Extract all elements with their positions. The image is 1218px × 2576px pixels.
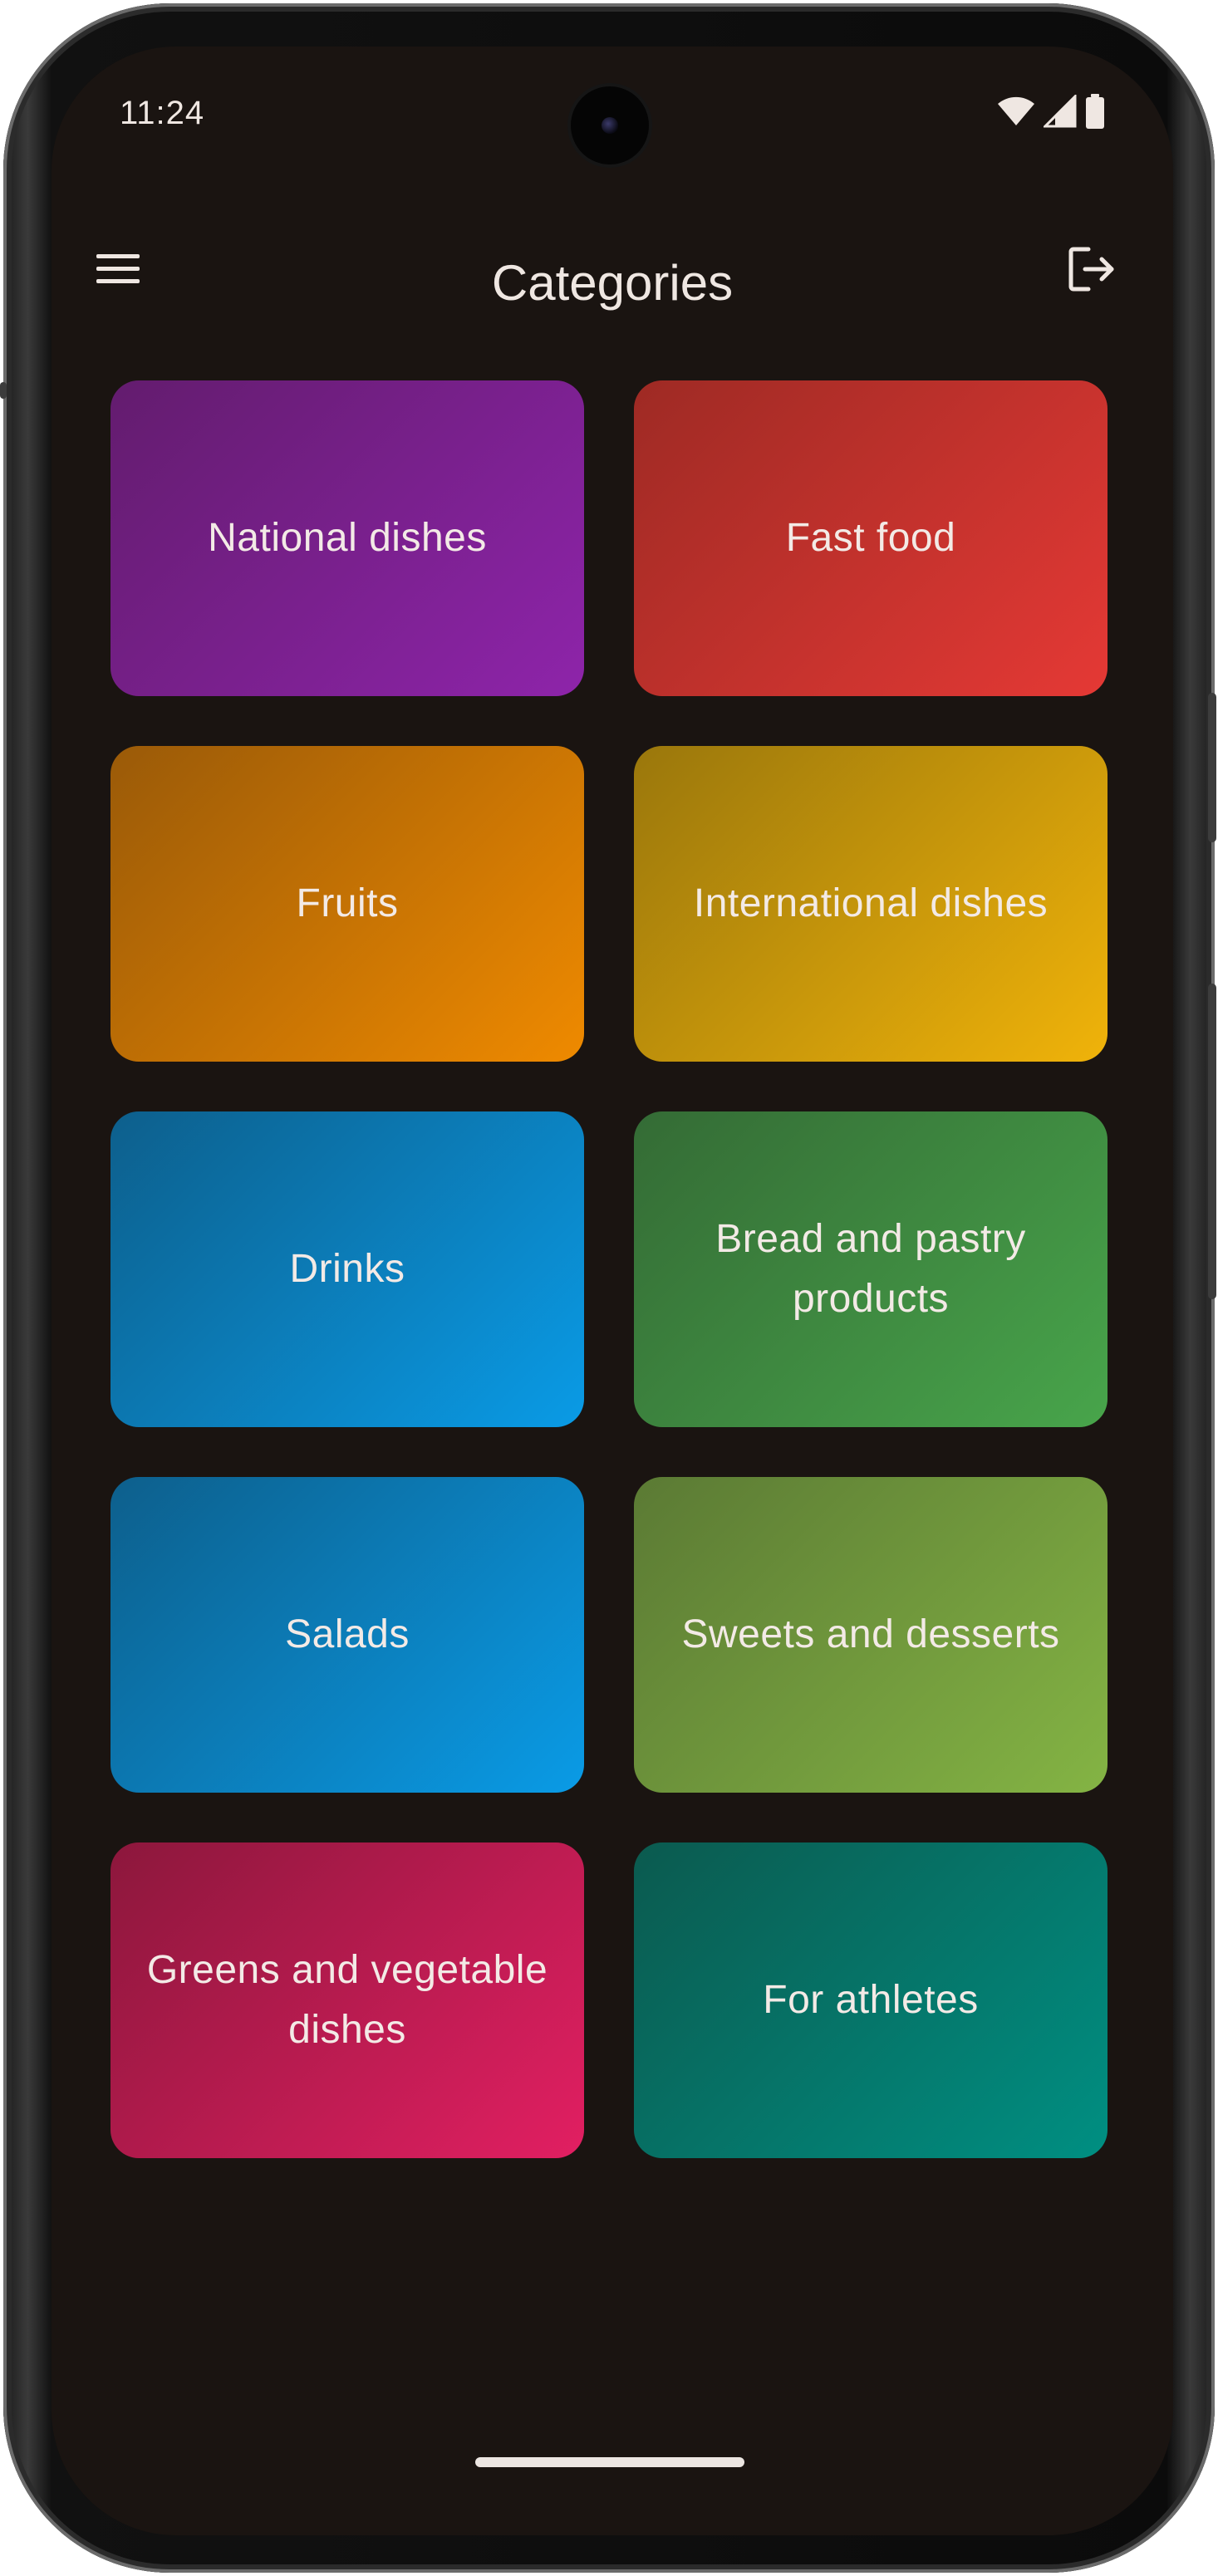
category-tile-fast-food[interactable]: Fast food xyxy=(634,380,1107,696)
app-bar: Categories xyxy=(52,213,1173,329)
category-tile-fruits[interactable]: Fruits xyxy=(111,746,584,1062)
front-camera xyxy=(571,86,649,164)
side-button-upper xyxy=(0,382,7,399)
category-label: National dishes xyxy=(208,516,487,560)
category-tile-for-athletes[interactable]: For athletes xyxy=(634,1842,1107,2158)
category-tile-national-dishes[interactable]: National dishes xyxy=(111,380,584,696)
category-label: Fast food xyxy=(785,516,956,560)
category-label: Salads xyxy=(285,1612,410,1656)
category-tile-bread-and-pastry[interactable]: Bread and pastry products xyxy=(634,1111,1107,1427)
page-title: Categories xyxy=(491,255,734,311)
category-label: Bread and pastry products xyxy=(715,1217,1026,1321)
status-icons xyxy=(997,92,1105,133)
power-button xyxy=(1208,693,1216,842)
category-tile-sweets-and-desserts[interactable]: Sweets and desserts xyxy=(634,1477,1107,1793)
category-tile-drinks[interactable]: Drinks xyxy=(111,1111,584,1427)
category-tile-greens-and-vegetables[interactable]: Greens and vegetable dishes xyxy=(111,1842,584,2158)
status-bar: 11:24 xyxy=(52,47,1173,188)
logout-button[interactable] xyxy=(1058,238,1125,304)
category-tile-salads[interactable]: Salads xyxy=(111,1477,584,1793)
signal-icon xyxy=(1042,92,1077,132)
home-indicator[interactable] xyxy=(475,2457,744,2467)
screen: 11:24 Categories National dishes Fast fo… xyxy=(52,47,1173,2535)
category-label: Greens and vegetable dishes xyxy=(146,1948,548,2052)
volume-button xyxy=(1208,984,1216,1299)
category-tile-international-dishes[interactable]: International dishes xyxy=(634,746,1107,1062)
category-label: For athletes xyxy=(763,1978,979,2022)
status-time: 11:24 xyxy=(120,95,205,131)
logout-icon xyxy=(1067,244,1117,298)
category-label: International dishes xyxy=(693,881,1049,925)
category-grid: National dishes Fast food Fruits Interna… xyxy=(111,380,1114,2158)
category-label: Drinks xyxy=(289,1247,405,1291)
wifi-icon xyxy=(997,96,1035,131)
battery-icon xyxy=(1085,93,1105,133)
category-label: Fruits xyxy=(296,881,399,925)
phone-frame: 11:24 Categories National dishes Fast fo… xyxy=(0,3,1216,2573)
category-label: Sweets and desserts xyxy=(681,1612,1060,1656)
